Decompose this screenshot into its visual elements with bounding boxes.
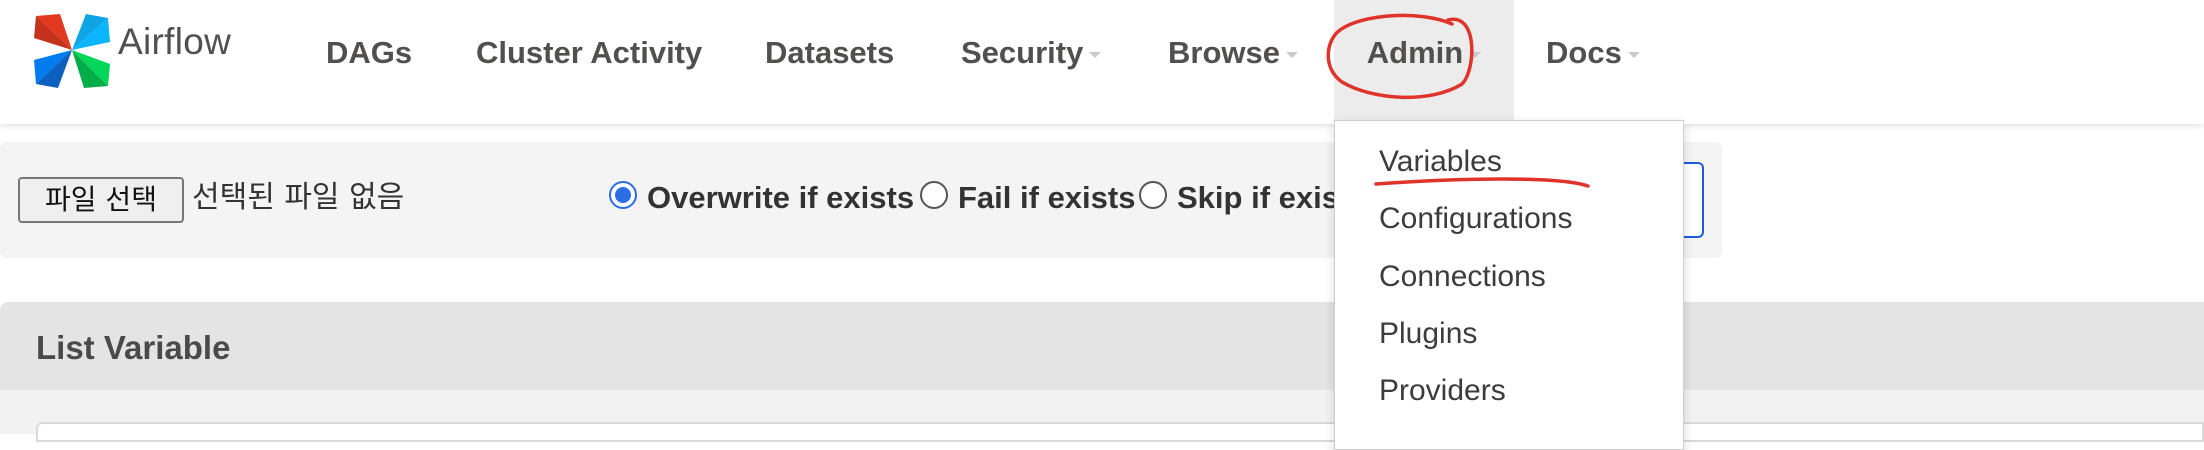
nav-docs[interactable]: Docs xyxy=(1546,0,1640,124)
nav-admin[interactable]: Admin xyxy=(1334,0,1514,124)
caret-down-icon xyxy=(1469,52,1482,58)
brand-home-link[interactable]: Airflow xyxy=(30,8,231,92)
nav-security[interactable]: Security xyxy=(961,0,1102,124)
overwrite-radio[interactable] xyxy=(609,181,637,209)
nav-datasets[interactable]: Datasets xyxy=(765,0,894,124)
nav-browse[interactable]: Browse xyxy=(1168,0,1298,124)
fail-label: Fail if exists xyxy=(958,180,1136,215)
file-status-text: 선택된 파일 없음 xyxy=(192,180,405,215)
nav-cluster-activity[interactable]: Cluster Activity xyxy=(476,0,702,124)
nav-dags-label: DAGs xyxy=(326,35,413,70)
nav-cluster-activity-label: Cluster Activity xyxy=(476,35,703,70)
nav-security-label: Security xyxy=(961,35,1084,70)
nav-dags[interactable]: DAGs xyxy=(326,0,412,124)
admin-menu-variables[interactable]: Variables xyxy=(1379,142,1502,182)
skip-radio[interactable] xyxy=(1139,181,1167,209)
list-variable-panel-header xyxy=(0,302,2204,390)
choose-file-button[interactable]: 파일 선택 xyxy=(18,177,184,223)
airflow-pinwheel-icon xyxy=(34,14,110,88)
admin-menu-configurations[interactable]: Configurations xyxy=(1379,199,1572,239)
skip-label: Skip if exis xyxy=(1177,180,1339,215)
caret-down-icon xyxy=(1627,52,1640,58)
top-navbar: Airflow DAGs Cluster Activity Datasets S… xyxy=(0,0,2204,124)
overwrite-label: Overwrite if exists xyxy=(647,180,915,215)
admin-menu-plugins[interactable]: Plugins xyxy=(1379,314,1477,354)
admin-dropdown-menu: Variables Configurations Connections Plu… xyxy=(1334,120,1684,450)
nav-datasets-label: Datasets xyxy=(765,35,895,70)
page-title: List Variable xyxy=(36,329,231,366)
nav-docs-label: Docs xyxy=(1546,35,1622,70)
admin-menu-providers[interactable]: Providers xyxy=(1379,371,1506,411)
brand-name: Airflow xyxy=(118,21,232,62)
nav-browse-label: Browse xyxy=(1168,35,1280,70)
fail-radio[interactable] xyxy=(920,181,948,209)
admin-menu-connections[interactable]: Connections xyxy=(1379,257,1546,297)
caret-down-icon xyxy=(1089,52,1102,58)
caret-down-icon xyxy=(1285,52,1298,58)
list-variable-table xyxy=(36,422,2204,442)
nav-admin-label: Admin xyxy=(1366,35,1464,70)
